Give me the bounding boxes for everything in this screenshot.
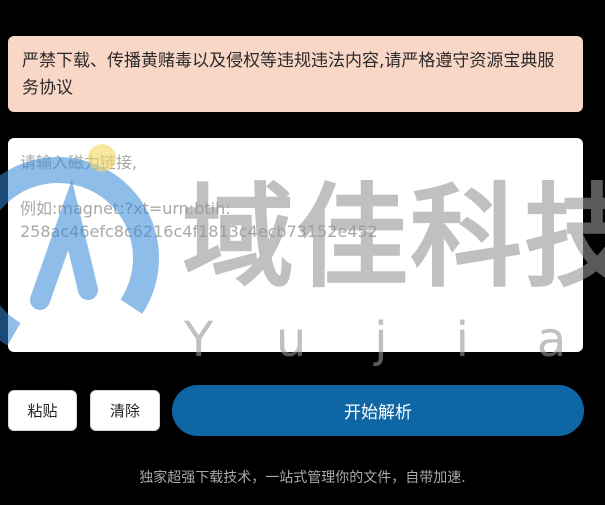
start-parse-button[interactable]: 开始解析 xyxy=(172,385,584,436)
footer-tagline: 独家超强下载技术，一站式管理你的文件，自带加速. xyxy=(139,470,466,486)
magnet-input-box[interactable] xyxy=(8,138,583,352)
paste-button[interactable]: 粘贴 xyxy=(8,390,77,431)
clear-button[interactable]: 清除 xyxy=(90,390,160,431)
paste-button-label: 粘贴 xyxy=(27,402,58,420)
clear-button-label: 清除 xyxy=(109,402,140,420)
page: 严禁下载、传播黄赌毒以及侵权等违规违法内容,请严格遵守资源宝典服务协议 粘贴 清… xyxy=(0,0,605,505)
start-parse-button-label: 开始解析 xyxy=(344,403,412,423)
warning-text: 严禁下载、传播黄赌毒以及侵权等违规违法内容,请严格遵守资源宝典服务协议 xyxy=(22,51,555,98)
warning-banner: 严禁下载、传播黄赌毒以及侵权等违规违法内容,请严格遵守资源宝典服务协议 xyxy=(8,36,583,112)
magnet-input[interactable] xyxy=(20,151,571,341)
